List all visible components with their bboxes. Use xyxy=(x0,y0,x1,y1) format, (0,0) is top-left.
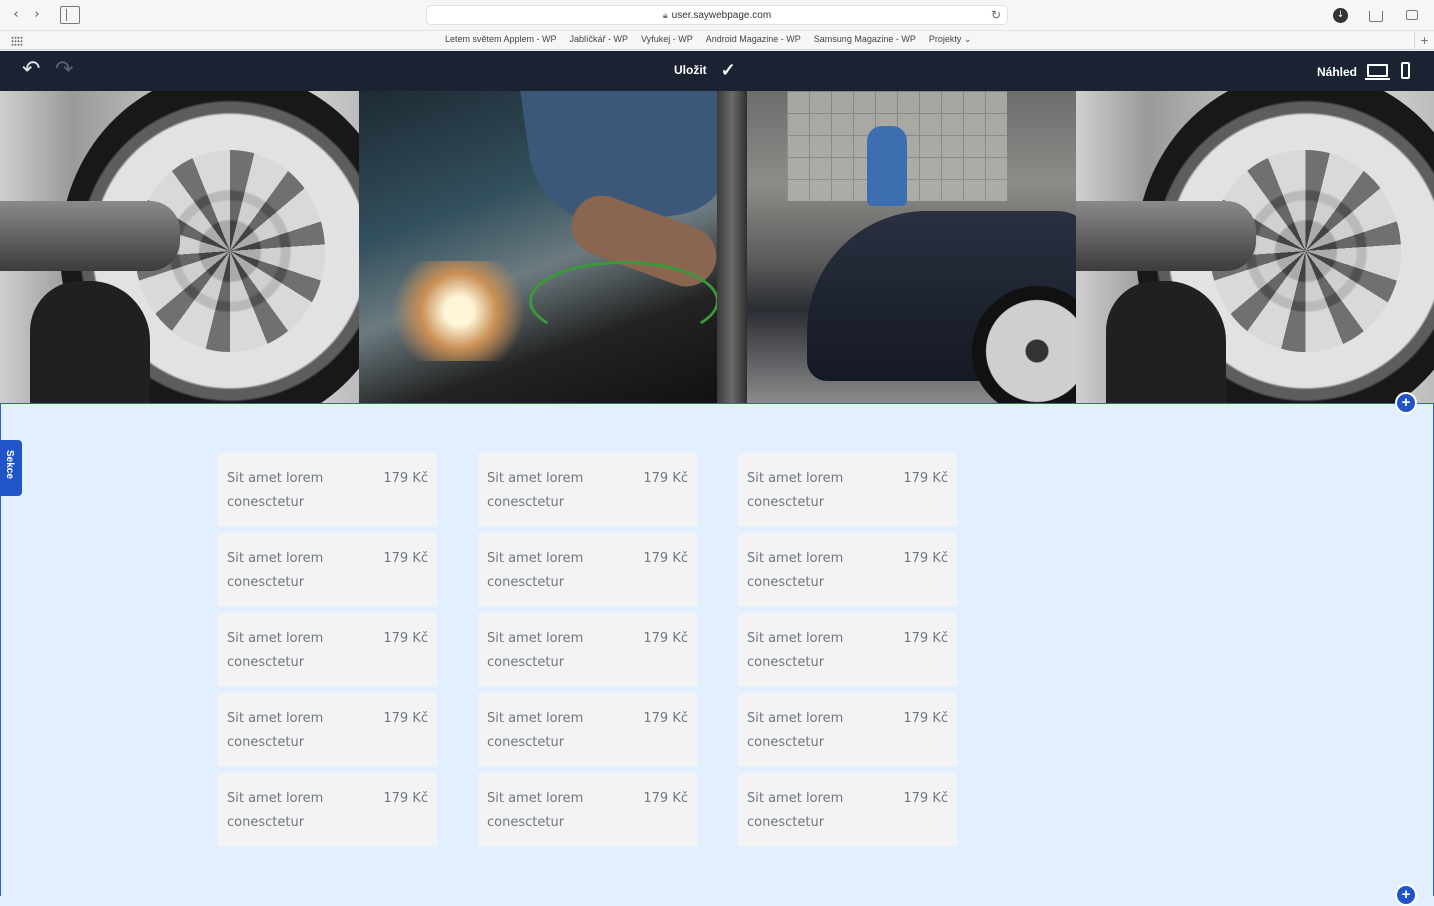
preview-button[interactable]: Náhled xyxy=(1317,65,1357,79)
item-price: 179 Kč xyxy=(903,707,948,731)
new-tab-plus-icon[interactable]: + xyxy=(1414,31,1434,50)
price-item[interactable]: Sit amet lorem conesctetur 179 Kč xyxy=(218,773,437,846)
item-name: Sit amet lorem conesctetur xyxy=(747,707,877,755)
item-price: 179 Kč xyxy=(903,787,948,811)
item-name: Sit amet lorem conesctetur xyxy=(227,627,357,675)
item-name: Sit amet lorem conesctetur xyxy=(747,787,877,835)
share-icon[interactable] xyxy=(1369,11,1383,22)
price-item[interactable]: Sit amet lorem conesctetur 179 Kč xyxy=(478,533,697,606)
price-item[interactable]: Sit amet lorem conesctetur 179 Kč xyxy=(218,453,437,526)
price-item[interactable]: Sit amet lorem conesctetur 179 Kč xyxy=(738,693,957,766)
sidebar-toggle-icon[interactable] xyxy=(60,6,80,24)
item-name: Sit amet lorem conesctetur xyxy=(487,547,617,595)
price-item[interactable]: Sit amet lorem conesctetur 179 Kč xyxy=(478,773,697,846)
gallery-banner[interactable] xyxy=(0,91,1434,403)
price-item[interactable]: Sit amet lorem conesctetur 179 Kč xyxy=(478,613,697,686)
price-item[interactable]: Sit amet lorem conesctetur 179 Kč xyxy=(738,533,957,606)
price-item[interactable]: Sit amet lorem conesctetur 179 Kč xyxy=(218,533,437,606)
save-label: Uložit xyxy=(674,63,707,77)
save-button[interactable]: Uložit ✓ xyxy=(674,63,736,77)
url-text: user.saywebpage.com xyxy=(672,10,772,21)
plus-icon[interactable]: + xyxy=(1395,392,1417,414)
item-price: 179 Kč xyxy=(643,787,688,811)
price-item[interactable]: Sit amet lorem conesctetur 179 Kč xyxy=(478,693,697,766)
item-name: Sit amet lorem conesctetur xyxy=(487,627,617,675)
download-icon[interactable]: ↓ xyxy=(1333,8,1348,23)
item-price: 179 Kč xyxy=(643,547,688,571)
item-price: 179 Kč xyxy=(643,707,688,731)
item-name: Sit amet lorem conesctetur xyxy=(227,707,357,755)
reload-icon[interactable]: ↻ xyxy=(991,6,1001,25)
item-name: Sit amet lorem conesctetur xyxy=(487,787,617,835)
item-price: 179 Kč xyxy=(903,627,948,651)
bookmark-item[interactable]: Projekty ⌄ xyxy=(929,34,972,45)
photo-wheel-impact-wrench xyxy=(0,91,359,403)
bookmark-item[interactable]: Vyfukej - WP xyxy=(641,34,693,45)
bookmark-item[interactable]: Jablíčkář - WP xyxy=(570,34,629,45)
mobile-icon[interactable] xyxy=(1401,62,1410,79)
chevron-left-icon[interactable]: ‹ xyxy=(6,6,26,24)
item-name: Sit amet lorem conesctetur xyxy=(747,547,877,595)
bookmark-item[interactable]: Android Magazine - WP xyxy=(706,34,801,45)
bookmark-item[interactable]: Letem světem Applem - WP xyxy=(445,34,557,45)
price-item[interactable]: Sit amet lorem conesctetur 179 Kč xyxy=(738,613,957,686)
item-price: 179 Kč xyxy=(903,547,948,571)
sections-tab[interactable]: Sekce xyxy=(0,440,22,496)
price-item[interactable]: Sit amet lorem conesctetur 179 Kč xyxy=(218,613,437,686)
item-price: 179 Kč xyxy=(383,547,428,571)
photo-garage-car xyxy=(717,91,1076,403)
item-price: 179 Kč xyxy=(643,467,688,491)
item-price: 179 Kč xyxy=(383,467,428,491)
editor-toolbar: ↶ ↷ Uložit ✓ Náhled xyxy=(0,51,1434,91)
item-price: 179 Kč xyxy=(383,627,428,651)
browser-toolbar: ‹ › 🔒︎ user.saywebpage.com ↻ ↓ xyxy=(0,0,1434,30)
tabs-overview-icon[interactable] xyxy=(1406,10,1418,20)
bookmark-item[interactable]: Samsung Magazine - WP xyxy=(814,34,916,45)
sections-tab-label: Sekce xyxy=(4,450,15,479)
desktop-icon[interactable] xyxy=(1367,64,1388,77)
grid-icon[interactable] xyxy=(11,36,23,46)
redo-icon[interactable]: ↷ xyxy=(55,57,73,83)
item-name: Sit amet lorem conesctetur xyxy=(487,707,617,755)
chevron-right-icon[interactable]: › xyxy=(27,6,47,24)
item-name: Sit amet lorem conesctetur xyxy=(227,547,357,595)
item-price: 179 Kč xyxy=(383,787,428,811)
item-name: Sit amet lorem conesctetur xyxy=(747,627,877,675)
price-list-grid: Sit amet lorem conesctetur 179 Kč Sit ame… xyxy=(218,453,957,846)
lock-icon: 🔒︎ xyxy=(663,10,668,20)
item-name: Sit amet lorem conesctetur xyxy=(227,787,357,835)
item-name: Sit amet lorem conesctetur xyxy=(227,467,357,515)
item-price: 179 Kč xyxy=(383,707,428,731)
address-bar[interactable]: 🔒︎ user.saywebpage.com ↻ xyxy=(426,5,1008,25)
price-item[interactable]: Sit amet lorem conesctetur 179 Kč xyxy=(478,453,697,526)
photo-mechanic-engine xyxy=(359,91,718,403)
price-item[interactable]: Sit amet lorem conesctetur 179 Kč xyxy=(218,693,437,766)
item-name: Sit amet lorem conesctetur xyxy=(747,467,877,515)
price-item[interactable]: Sit amet lorem conesctetur 179 Kč xyxy=(738,453,957,526)
price-item[interactable]: Sit amet lorem conesctetur 179 Kč xyxy=(738,773,957,846)
plus-icon[interactable]: + xyxy=(1395,884,1417,906)
item-price: 179 Kč xyxy=(643,627,688,651)
undo-icon[interactable]: ↶ xyxy=(22,57,40,83)
item-price: 179 Kč xyxy=(903,467,948,491)
bookmarks-bar: Letem světem Applem - WP Jablíčkář - WP … xyxy=(0,30,1434,50)
photo-wheel-impact-wrench xyxy=(1076,91,1434,403)
check-icon: ✓ xyxy=(721,63,736,77)
item-name: Sit amet lorem conesctetur xyxy=(487,467,617,515)
